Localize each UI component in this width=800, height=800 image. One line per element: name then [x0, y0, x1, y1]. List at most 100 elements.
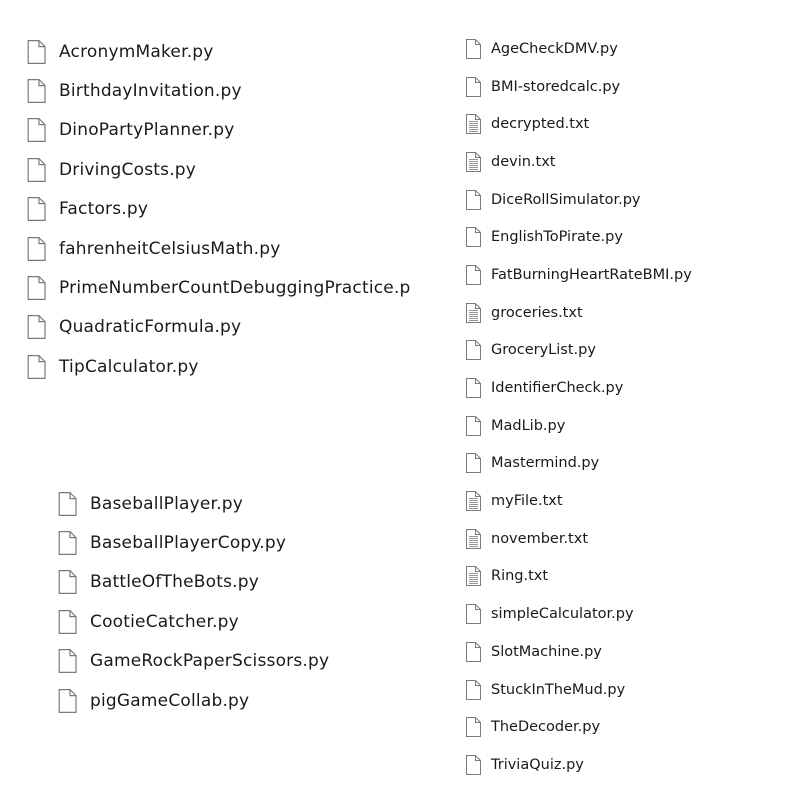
file-name: BirthdayInvitation.py — [59, 81, 242, 102]
file-name: november.txt — [491, 530, 589, 547]
text-file-icon — [465, 528, 481, 549]
blank-file-icon — [25, 79, 47, 104]
file-item[interactable]: myFile.txt — [465, 482, 795, 520]
blank-file-icon — [465, 415, 481, 436]
file-item[interactable]: CootieCatcher.py — [56, 602, 356, 641]
blank-file-icon — [56, 570, 78, 595]
file-name: Ring.txt — [491, 568, 549, 585]
text-file-icon — [465, 151, 481, 172]
file-item[interactable]: IdentifierCheck.py — [465, 369, 795, 407]
file-name: TriviaQuiz.py — [491, 756, 584, 773]
file-name: SlotMachine.py — [491, 643, 602, 660]
text-file-icon — [465, 114, 481, 135]
file-item[interactable]: groceries.txt — [465, 294, 795, 332]
file-item[interactable]: BMI-storedcalc.py — [465, 68, 795, 106]
file-name: DiceRollSimulator.py — [491, 191, 641, 208]
file-item[interactable]: BattleOfTheBots.py — [56, 563, 356, 602]
file-item[interactable]: Mastermind.py — [465, 445, 795, 483]
file-name: StuckInTheMud.py — [491, 681, 626, 698]
file-name: MadLib.py — [491, 417, 566, 434]
file-name: EnglishToPirate.py — [491, 229, 623, 246]
blank-file-icon — [25, 157, 47, 182]
file-item[interactable]: GroceryList.py — [465, 332, 795, 370]
file-name: fahrenheitCelsiusMath.py — [59, 238, 281, 259]
file-item[interactable]: StuckInTheMud.py — [465, 671, 795, 709]
file-item[interactable]: MadLib.py — [465, 407, 795, 445]
blank-file-icon — [465, 189, 481, 210]
file-item[interactable]: SlotMachine.py — [465, 633, 795, 671]
text-file-icon — [465, 302, 481, 323]
file-item[interactable]: AcronymMaker.py — [25, 32, 450, 71]
file-item[interactable]: DiceRollSimulator.py — [465, 181, 795, 219]
file-name: AgeCheckDMV.py — [491, 40, 618, 57]
blank-file-icon — [25, 276, 47, 301]
blank-file-icon — [25, 39, 47, 64]
file-name: DinoPartyPlanner.py — [59, 120, 235, 141]
file-name: myFile.txt — [491, 493, 563, 510]
file-item[interactable]: pigGameCollab.py — [56, 681, 356, 720]
blank-file-icon — [465, 340, 481, 361]
blank-file-icon — [56, 609, 78, 634]
file-item[interactable]: simpleCalculator.py — [465, 595, 795, 633]
blank-file-icon — [25, 236, 47, 261]
file-name: simpleCalculator.py — [491, 606, 634, 623]
file-name: FatBurningHeartRateBMI.py — [491, 266, 692, 283]
file-name: BattleOfTheBots.py — [90, 572, 260, 593]
file-item[interactable]: Factors.py — [25, 190, 450, 229]
file-name: pigGameCollab.py — [90, 690, 250, 711]
file-item[interactable]: FatBurningHeartRateBMI.py — [465, 256, 795, 294]
blank-file-icon — [56, 649, 78, 674]
blank-file-icon — [465, 453, 481, 474]
file-name: groceries.txt — [491, 304, 583, 321]
blank-file-icon — [465, 378, 481, 399]
file-item[interactable]: GameRockPaperScissors.py — [56, 642, 356, 681]
file-item[interactable]: fahrenheitCelsiusMath.py — [25, 229, 450, 268]
file-name: GameRockPaperScissors.py — [90, 651, 330, 672]
file-item[interactable]: AgeCheckDMV.py — [465, 30, 795, 68]
file-item[interactable]: devin.txt — [465, 143, 795, 181]
blank-file-icon — [25, 197, 47, 222]
blank-file-icon — [465, 679, 481, 700]
file-item[interactable]: decrypted.txt — [465, 105, 795, 143]
file-item[interactable]: BaseballPlayerCopy.py — [56, 523, 356, 562]
file-name: AcronymMaker.py — [59, 41, 214, 62]
file-name: devin.txt — [491, 153, 556, 170]
text-file-icon — [465, 566, 481, 587]
file-item[interactable]: TipCalculator.py — [25, 347, 450, 386]
blank-file-icon — [465, 38, 481, 59]
file-name: BaseballPlayerCopy.py — [90, 533, 287, 554]
file-group-top-left: AcronymMaker.py BirthdayInvitation.py Dino… — [25, 32, 450, 387]
blank-file-icon — [465, 264, 481, 285]
file-item[interactable]: DinoPartyPlanner.py — [25, 111, 450, 150]
blank-file-icon — [465, 754, 481, 775]
file-name: PrimeNumberCountDebuggingPractice.p — [59, 278, 411, 299]
file-name: TipCalculator.py — [59, 356, 199, 377]
blank-file-icon — [465, 641, 481, 662]
file-item[interactable]: Ring.txt — [465, 558, 795, 596]
file-item[interactable]: QuadraticFormula.py — [25, 308, 450, 347]
file-name: DrivingCosts.py — [59, 159, 197, 180]
file-group-right: AgeCheckDMV.py BMI-storedcalc.py decrypted… — [465, 30, 795, 784]
file-item[interactable]: TriviaQuiz.py — [465, 746, 795, 784]
blank-file-icon — [56, 491, 78, 516]
file-item[interactable]: EnglishToPirate.py — [465, 218, 795, 256]
file-item[interactable]: BaseballPlayer.py — [56, 484, 356, 523]
blank-file-icon — [465, 604, 481, 625]
blank-file-icon — [25, 118, 47, 143]
text-file-icon — [465, 491, 481, 512]
file-name: BMI-storedcalc.py — [491, 78, 621, 95]
file-item[interactable]: TheDecoder.py — [465, 708, 795, 746]
blank-file-icon — [465, 227, 481, 248]
file-item[interactable]: DrivingCosts.py — [25, 150, 450, 189]
file-item[interactable]: PrimeNumberCountDebuggingPractice.p — [25, 268, 450, 307]
blank-file-icon — [25, 315, 47, 340]
file-group-bottom-left: BaseballPlayer.py BaseballPlayerCopy.py Ba… — [56, 484, 356, 720]
file-name: GroceryList.py — [491, 342, 596, 359]
file-name: QuadraticFormula.py — [59, 317, 242, 338]
blank-file-icon — [465, 717, 481, 738]
file-item[interactable]: BirthdayInvitation.py — [25, 71, 450, 110]
file-name: TheDecoder.py — [491, 719, 601, 736]
file-name: BaseballPlayer.py — [90, 493, 244, 514]
file-item[interactable]: november.txt — [465, 520, 795, 558]
blank-file-icon — [465, 76, 481, 97]
